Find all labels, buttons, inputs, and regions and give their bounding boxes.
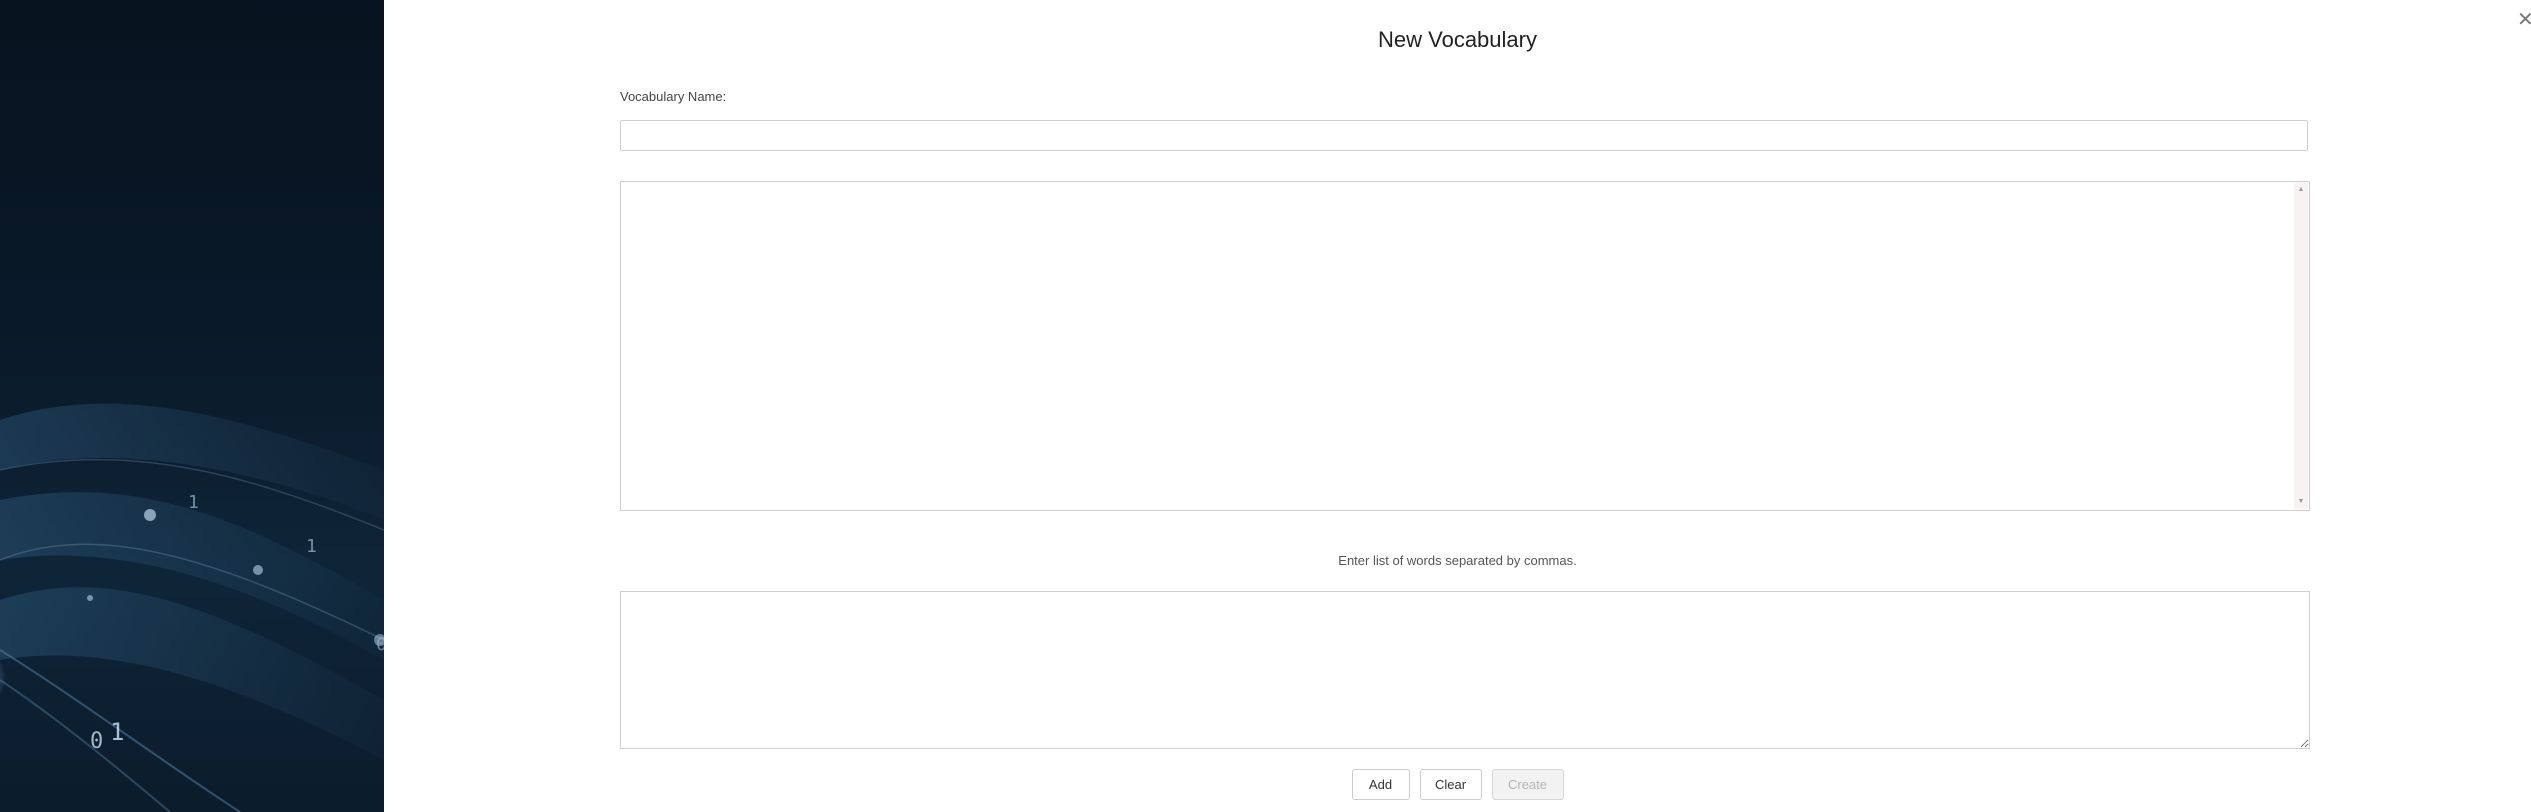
clear-button[interactable]: Clear [1419, 769, 1482, 800]
vocabulary-words-list[interactable]: ▲ ▼ [620, 181, 2310, 511]
bg-digit: 0 [90, 729, 103, 754]
vocabulary-name-input[interactable] [620, 120, 2308, 151]
word-entry-textarea[interactable] [620, 591, 2310, 749]
vocabulary-name-label: Vocabulary Name: [620, 89, 727, 104]
bg-digit: 0 [376, 634, 384, 655]
network-background-image: 1 1 0 1 0 [0, 403, 384, 812]
bg-digit: 1 [110, 718, 124, 746]
app-root: 1 1 0 1 0 ✕ New Vocabulary Vocabulary Na… [0, 0, 2531, 812]
bg-digit: 1 [188, 492, 199, 513]
scroll-up-arrow-icon[interactable]: ▲ [2294, 183, 2308, 197]
background-panel: 1 1 0 1 0 [0, 0, 384, 812]
bg-digit: 1 [306, 536, 317, 557]
new-vocabulary-dialog: ✕ New Vocabulary Vocabulary Name: ▲ ▼ En… [384, 0, 2531, 812]
action-buttons: Add Clear Create [384, 769, 2531, 800]
words-list-scrollbar[interactable]: ▲ ▼ [2294, 183, 2308, 509]
dialog-title: New Vocabulary [1378, 27, 1537, 52]
add-button[interactable]: Add [1351, 769, 1410, 800]
scroll-down-arrow-icon[interactable]: ▼ [2294, 495, 2308, 509]
entry-hint-text: Enter list of words separated by commas. [1338, 553, 1577, 568]
create-button[interactable]: Create [1491, 769, 1564, 800]
